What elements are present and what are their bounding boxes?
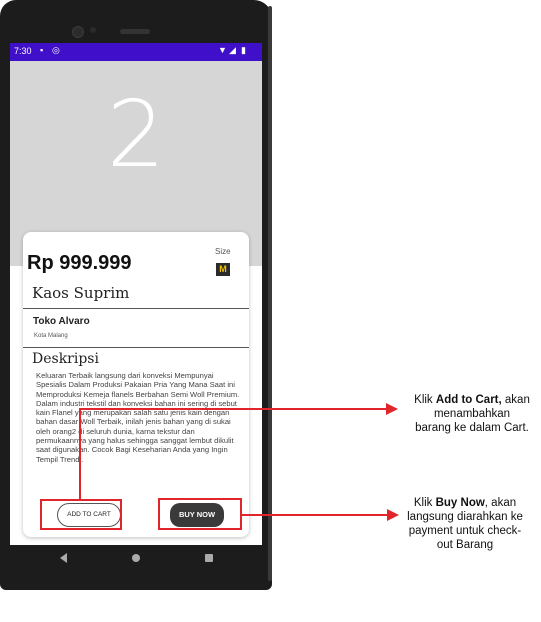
size-option[interactable]: M [216,263,230,276]
wifi-icon: ▼ [218,45,227,55]
signal-icon: ◢ [229,45,236,55]
battery-icon: ▮ [241,45,246,55]
store-name[interactable]: Toko Alvaro [33,316,90,327]
front-camera [72,26,84,38]
home-icon[interactable] [132,554,140,562]
back-icon[interactable] [60,553,67,563]
navigation-bar [10,545,262,575]
status-time: 7:30 [14,46,32,56]
earpiece-speaker [120,29,150,34]
product-title: Kaos Suprim [32,284,130,302]
add-to-cart-annotation: Klik Add to Cart, akan menambahkan baran… [414,394,530,434]
store-city: Kota Malang [34,333,68,339]
divider [23,308,249,309]
notification-icon: ▪ [40,45,44,55]
cart-arrowhead [386,403,398,415]
image-page-number: 2 [106,81,166,188]
buy-connector-horizontal [242,514,388,516]
product-price: Rp 999.999 [27,252,132,274]
app-screen: 7:30 ▪ ◎ ▼ ◢ ▮ 2 Rp 999.999 Size M Kaos … [10,43,262,570]
status-bar: 7:30 ▪ ◎ ▼ ◢ ▮ [10,43,262,61]
recent-apps-icon[interactable] [205,554,213,562]
phone-edge [268,6,272,581]
add-to-cart-highlight [40,499,122,530]
product-card: Rp 999.999 Size M Kaos Suprim Toko Alvar… [23,232,249,537]
cart-connector-horizontal [79,408,387,410]
divider [23,347,249,348]
buy-now-annotation: Klik Buy Now, akan langsung diarahkan ke… [407,497,523,551]
size-label: Size [215,247,231,256]
buy-now-highlight [158,498,242,530]
proximity-sensor [90,27,96,33]
sync-icon: ◎ [52,45,60,55]
description-text: Keluaran Terbaik langsung dari konveksi … [36,371,240,464]
cart-connector-vertical [79,408,81,500]
description-title: Deskripsi [32,351,99,367]
